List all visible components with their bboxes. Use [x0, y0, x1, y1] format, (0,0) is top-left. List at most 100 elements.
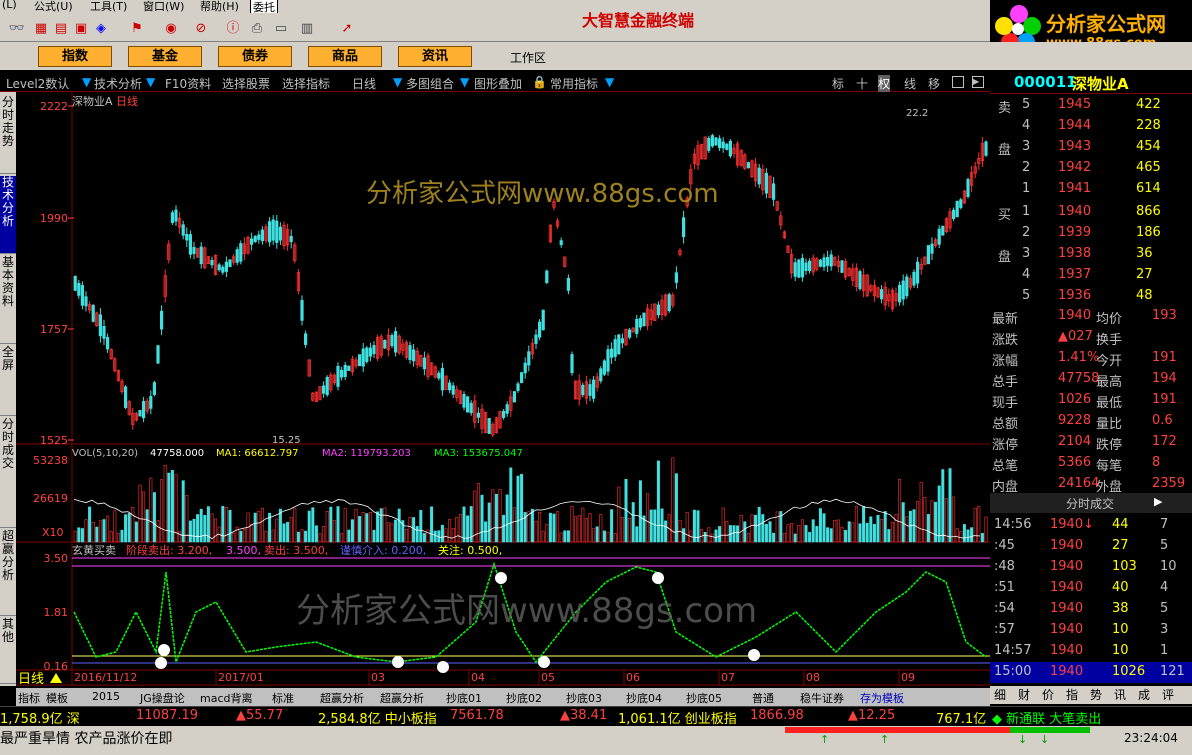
subtool-btn[interactable]: 移 [928, 75, 940, 92]
dropdown-icon[interactable]: ▼ [82, 75, 91, 89]
subtool-item[interactable]: 技术分析 [94, 75, 142, 92]
nav-button-commodity[interactable]: 商品 [308, 46, 382, 67]
tab-other[interactable]: 其他 [0, 618, 16, 684]
menu-item[interactable]: 窗口(W) [143, 0, 184, 13]
subtool-btn[interactable]: 十 [856, 75, 868, 92]
template-tab[interactable]: JG操盘论 [140, 690, 185, 706]
subtool-item[interactable]: Level2数认 [6, 75, 69, 92]
template-tab[interactable]: 超赢分析 [380, 690, 424, 706]
nav-button-bond[interactable]: 债券 [218, 46, 292, 67]
template-tab[interactable]: 抄底02 [506, 690, 542, 706]
chart-icon[interactable]: ▤ [52, 21, 70, 37]
stat-row[interactable]: 总手 47758 最高 194 [990, 369, 1192, 390]
subtool-item[interactable]: F10资料 [165, 75, 211, 92]
subtool-item[interactable]: 日线 [352, 75, 376, 92]
sell-row[interactable]: 4 1944 228 [990, 116, 1192, 137]
cube-icon[interactable]: ◈ [92, 21, 110, 37]
trade-row[interactable]: 15:00 1940 1026 121 [990, 662, 1192, 683]
menu-item-trade[interactable]: 委托 [250, 0, 278, 13]
template-tab[interactable]: 普通 [752, 690, 774, 706]
trade-row[interactable]: :54 1940 38 5 [990, 599, 1192, 620]
menu-item[interactable]: 公式(U) [34, 0, 73, 13]
dropdown-icon[interactable]: ▼ [605, 75, 614, 89]
trade-row[interactable]: 14:57 1940 10 1 [990, 641, 1192, 662]
sell-row[interactable]: 1 1941 614 [990, 179, 1192, 200]
menu-item[interactable]: 工具(T) [90, 0, 127, 13]
quote-tab[interactable]: 评 [1162, 686, 1174, 703]
stat-row[interactable]: 内盘 24164 外盘 2359 [990, 474, 1192, 495]
trade-row[interactable]: :45 1940 27 5 [990, 536, 1192, 557]
buy-row[interactable]: 买 1 1940 866 [990, 202, 1192, 223]
stat-row[interactable]: 总笔 5366 每笔 8 [990, 453, 1192, 474]
quote-tab[interactable]: 成 [1138, 686, 1150, 703]
subtool-item[interactable]: 常用指标 [550, 75, 598, 92]
window-toggle-icon[interactable] [952, 76, 964, 88]
subtool-item[interactable]: 多图组合 [406, 75, 454, 92]
subtool-btn[interactable]: 标 [832, 75, 844, 92]
tab-trades[interactable]: 分时成交 [0, 418, 16, 528]
template-tab[interactable]: 模板 [46, 690, 68, 706]
next-icon[interactable]: ▶ [972, 76, 984, 88]
kline-chart[interactable]: 2222 1990 1757 1525 53238 26619 3.50 1.81 0.16… [16, 92, 990, 686]
stat-row[interactable]: 最新 1940 均价 193 [990, 306, 1192, 327]
binoculars-icon[interactable]: 👓 [8, 21, 26, 37]
tab-fullscreen[interactable]: 全屏 [0, 346, 16, 416]
column-icon[interactable]: ▥ [298, 21, 316, 37]
trade-row[interactable]: :51 1940 40 4 [990, 578, 1192, 599]
buy-row[interactable]: 4 1937 27 [990, 265, 1192, 286]
sell-row[interactable]: 卖 5 1945 422 [990, 95, 1192, 116]
tab-intraday[interactable]: 分时走势 [0, 96, 16, 174]
quote-tab[interactable]: 指 [1066, 686, 1078, 703]
nav-button-news[interactable]: 资讯 [398, 46, 472, 67]
quote-tab[interactable]: 势 [1090, 686, 1102, 703]
template-tab[interactable]: 抄底05 [686, 690, 722, 706]
template-tab[interactable]: macd背离 [200, 690, 253, 706]
flag-icon[interactable]: ⚑ [128, 21, 146, 37]
template-tab[interactable]: 抄底01 [446, 690, 482, 706]
subtool-item[interactable]: 选择指标 [282, 75, 330, 92]
trade-row[interactable]: :57 1940 10 3 [990, 620, 1192, 641]
dropdown-icon[interactable]: ▼ [393, 75, 402, 89]
stat-row[interactable]: 涨幅 1.41% 今开 191 [990, 348, 1192, 369]
tab-fundamentals[interactable]: 基本资料 [0, 256, 16, 344]
quote-tab[interactable]: 价 [1042, 686, 1054, 703]
no-icon[interactable]: ⊘ [192, 21, 210, 37]
tab-technical[interactable]: 技术分析 [0, 176, 16, 254]
dropdown-icon[interactable]: ▼ [146, 75, 155, 89]
trade-row[interactable]: 14:56 1940↓ 44 7 [990, 515, 1192, 536]
buy-row[interactable]: 5 1936 48 [990, 286, 1192, 307]
eye-icon[interactable]: ◉ [162, 21, 180, 37]
template-tab[interactable]: 稳牛证券 [800, 690, 844, 706]
box-icon[interactable]: ▣ [72, 21, 90, 37]
stat-row[interactable]: 总额 9228 量比 0.6 [990, 411, 1192, 432]
subtool-btn[interactable]: 线 [904, 75, 916, 92]
window-icon[interactable]: ▭ [272, 21, 290, 37]
dropdown-icon[interactable]: ▼ [460, 75, 469, 89]
template-tab[interactable]: 超赢分析 [320, 690, 364, 706]
template-tab[interactable]: 抄底03 [566, 690, 602, 706]
print-icon[interactable]: ⎙ [248, 21, 266, 37]
buy-row[interactable]: 2 1939 186 [990, 223, 1192, 244]
sell-row[interactable]: 2 1942 465 [990, 158, 1192, 179]
stat-row[interactable]: 涨跌 ▲027 换手 [990, 327, 1192, 348]
ticker-text[interactable]: 最严重旱情 农产品涨价在即 [0, 728, 172, 748]
tab-chaoying[interactable]: 超赢分析 [0, 530, 16, 616]
template-tab[interactable]: 标准 [272, 690, 294, 706]
quote-tab[interactable]: 讯 [1114, 686, 1126, 703]
sell-row[interactable]: 盘 3 1943 454 [990, 137, 1192, 158]
nav-button-index[interactable]: 指数 [38, 46, 112, 67]
template-tab[interactable]: 指标 [18, 690, 40, 706]
subtool-item[interactable]: 图形叠加 [474, 75, 522, 92]
info-icon[interactable]: ⓘ [224, 21, 242, 37]
stat-row[interactable]: 现手 1026 最低 191 [990, 390, 1192, 411]
quote-tab[interactable]: 财 [1018, 686, 1030, 703]
buy-row[interactable]: 盘 3 1938 36 [990, 244, 1192, 265]
subtool-item[interactable]: 选择股票 [222, 75, 270, 92]
template-tab[interactable]: 抄底04 [626, 690, 662, 706]
stat-row[interactable]: 涨停 2104 跌停 172 [990, 432, 1192, 453]
trade-row[interactable]: :48 1940 103 10 [990, 557, 1192, 578]
grid-icon[interactable]: ▦ [32, 21, 50, 37]
workarea-label[interactable]: 工作区 [510, 49, 546, 66]
template-tab[interactable]: 存为模板 [860, 690, 904, 706]
nav-button-fund[interactable]: 基金 [128, 46, 202, 67]
